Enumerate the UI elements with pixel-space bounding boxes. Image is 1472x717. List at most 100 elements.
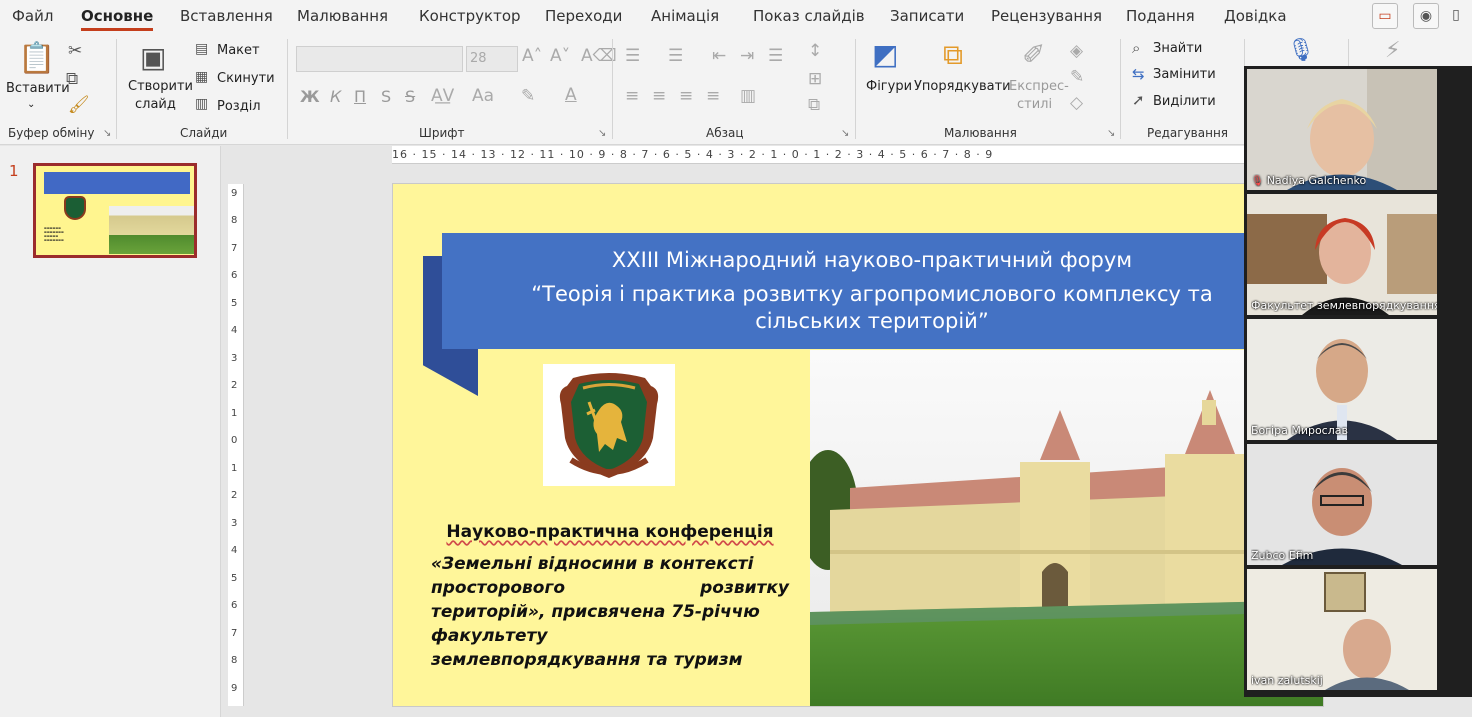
tab-view[interactable]: Подання bbox=[1126, 7, 1195, 25]
new-slide-button-line1[interactable]: Створити bbox=[128, 79, 193, 94]
ruler-tick-label: 9 bbox=[231, 682, 238, 694]
more-icon[interactable]: ▯ bbox=[1443, 3, 1469, 29]
highlight-icon[interactable]: ✎ bbox=[521, 86, 535, 106]
shape-effects-icon[interactable]: ◇ bbox=[1070, 93, 1083, 113]
layout-button[interactable]: Макет bbox=[217, 43, 260, 58]
align-center-icon[interactable]: ≡ bbox=[652, 86, 666, 106]
paragraph-launcher-icon[interactable]: ↘ bbox=[841, 128, 849, 139]
arrange-icon[interactable]: ⧉ bbox=[943, 38, 963, 72]
record-icon[interactable]: ◉ bbox=[1413, 3, 1439, 29]
font-color-icon[interactable]: A bbox=[565, 85, 577, 105]
tab-transitions[interactable]: Переходи bbox=[545, 7, 622, 25]
font-size-field[interactable]: 28 bbox=[466, 46, 518, 72]
strikethrough-button[interactable]: S bbox=[405, 87, 415, 106]
select-button[interactable]: Виділити bbox=[1153, 94, 1216, 109]
participant-name: Богіра Мирослав bbox=[1251, 424, 1348, 437]
tab-review[interactable]: Рецензування bbox=[991, 7, 1102, 25]
shrink-font-icon[interactable]: A˅ bbox=[550, 46, 570, 66]
clipboard-group-label: Буфер обміну bbox=[8, 126, 95, 140]
tab-record[interactable]: Записати bbox=[890, 7, 964, 25]
shadow-button[interactable]: S bbox=[381, 87, 391, 106]
font-name-field[interactable] bbox=[296, 46, 463, 72]
microphone-icon[interactable]: 🎙 bbox=[1287, 38, 1315, 63]
ruler-tick-label: 5 bbox=[231, 297, 238, 309]
tab-animations[interactable]: Анімація bbox=[651, 7, 719, 25]
university-crest-icon[interactable] bbox=[543, 364, 675, 486]
shape-outline-icon[interactable]: ✎ bbox=[1070, 67, 1084, 87]
find-button[interactable]: Знайти bbox=[1153, 41, 1202, 56]
underline-button[interactable]: П bbox=[354, 87, 366, 106]
grow-font-icon[interactable]: A˄ bbox=[522, 46, 542, 66]
horizontal-ruler: 16 · 15 · 14 · 13 · 12 · 11 · 10 · 9 · 8… bbox=[392, 146, 1244, 164]
decrease-indent-icon[interactable]: ⇤ bbox=[712, 46, 726, 66]
quick-styles-button-line2[interactable]: стилі bbox=[1017, 97, 1052, 112]
char-spacing-icon[interactable]: A͟V bbox=[431, 86, 454, 106]
shapes-button[interactable]: Фігури bbox=[866, 79, 912, 94]
align-text-icon[interactable]: ⊞ bbox=[808, 69, 822, 89]
smartart-icon[interactable]: ⧉ bbox=[808, 95, 820, 115]
change-case-icon[interactable]: Aa bbox=[472, 86, 494, 106]
clipboard-launcher-icon[interactable]: ↘ bbox=[103, 128, 111, 139]
tab-help[interactable]: Довідка bbox=[1224, 7, 1287, 25]
slide-thumbnail[interactable]: ▬▬▬▬▬▬ ▬▬▬▬▬▬▬ ▬▬▬▬▬ ▬▬▬▬▬▬▬ bbox=[33, 163, 197, 258]
paste-dropdown-icon[interactable]: ⌄ bbox=[27, 99, 35, 110]
format-painter-icon[interactable]: 🖌 bbox=[68, 95, 90, 115]
title-banner[interactable]: XXIII Міжнародний науково-практичний фор… bbox=[442, 233, 1302, 349]
ruler-tick-label: 3 bbox=[231, 517, 238, 529]
participant-tile[interactable]: Факультет землевпорядкування та т... bbox=[1247, 194, 1437, 315]
participant-tile[interactable]: Zubco Efim bbox=[1247, 444, 1437, 565]
section-icon: ▥ bbox=[195, 96, 209, 112]
comments-icon[interactable]: ▭ bbox=[1372, 3, 1398, 29]
ruler-tick-label: 6 bbox=[231, 600, 238, 612]
video-participants-panel: 🎙 Nadiya Galchenko Факультет землевпорядк… bbox=[1244, 66, 1472, 697]
replace-button[interactable]: Замінити bbox=[1153, 67, 1216, 82]
paste-button[interactable]: Вставити bbox=[6, 81, 70, 96]
columns-icon[interactable]: ▥ bbox=[740, 86, 756, 106]
copy-icon[interactable]: ⧉ bbox=[66, 69, 78, 89]
banner-line-3: сільських територій” bbox=[755, 309, 989, 333]
tab-file[interactable]: Файл bbox=[12, 7, 53, 25]
font-launcher-icon[interactable]: ↘ bbox=[598, 128, 606, 139]
numbering-icon[interactable]: ☰ bbox=[668, 46, 683, 66]
italic-button[interactable]: К bbox=[330, 87, 341, 106]
tab-insert[interactable]: Вставлення bbox=[180, 7, 273, 25]
cut-icon[interactable]: ✂ bbox=[68, 41, 82, 61]
conference-line-3: територій», присвячена 75-річчю bbox=[431, 602, 760, 622]
tab-slide-show[interactable]: Показ слайдів bbox=[753, 7, 865, 25]
line-spacing-icon[interactable]: ☰ bbox=[768, 46, 783, 66]
quick-styles-icon[interactable]: ✐ bbox=[1022, 38, 1045, 71]
align-left-icon[interactable]: ≡ bbox=[625, 86, 639, 106]
reset-button[interactable]: Скинути bbox=[217, 71, 275, 86]
justify-icon[interactable]: ≡ bbox=[706, 86, 720, 106]
slides-group-label: Слайди bbox=[180, 126, 228, 140]
new-slide-icon[interactable]: ▣ bbox=[140, 41, 166, 74]
replace-icon: ⇆ bbox=[1132, 65, 1145, 83]
text-direction-icon[interactable]: ↕ bbox=[808, 41, 822, 61]
conference-description: «Земельні відносини в контексті просторо… bbox=[431, 552, 789, 672]
participant-tile[interactable]: Богіра Мирослав bbox=[1247, 319, 1437, 440]
align-right-icon[interactable]: ≡ bbox=[679, 86, 693, 106]
section-button[interactable]: Розділ bbox=[217, 99, 261, 114]
shape-fill-icon[interactable]: ◈ bbox=[1070, 41, 1083, 61]
reset-icon: ▦ bbox=[195, 69, 209, 85]
participant-tile-active-speaker[interactable]: ivan zalutskij bbox=[1247, 569, 1437, 690]
tab-home[interactable]: Основне bbox=[81, 7, 154, 31]
drawing-launcher-icon[interactable]: ↘ bbox=[1107, 128, 1115, 139]
ruler-tick-label: 7 bbox=[231, 242, 238, 254]
arrange-button[interactable]: Упорядкувати bbox=[914, 79, 1011, 94]
bold-button[interactable]: Ж bbox=[300, 87, 320, 106]
quick-styles-button-line1[interactable]: Експрес- bbox=[1009, 79, 1069, 94]
participant-tile[interactable]: 🎙 Nadiya Galchenko bbox=[1247, 69, 1437, 190]
bullets-icon[interactable]: ☰ bbox=[625, 46, 640, 66]
shapes-icon[interactable]: ◩ bbox=[872, 38, 898, 71]
tab-design[interactable]: Конструктор bbox=[419, 7, 521, 25]
slide-canvas[interactable]: XXIII Міжнародний науково-практичний фор… bbox=[392, 183, 1324, 707]
increase-indent-icon[interactable]: ⇥ bbox=[740, 46, 754, 66]
designer-icon[interactable]: ⚡ bbox=[1385, 38, 1400, 63]
conference-line-5: землевпорядкування та туризм bbox=[431, 650, 743, 670]
tab-draw[interactable]: Малювання bbox=[297, 7, 388, 25]
paste-icon[interactable]: 📋 bbox=[18, 41, 55, 76]
ruler-tick-label: 1 bbox=[231, 462, 238, 474]
new-slide-button-line2[interactable]: слайд bbox=[135, 97, 176, 112]
ruler-tick-label: 1 bbox=[231, 407, 238, 419]
